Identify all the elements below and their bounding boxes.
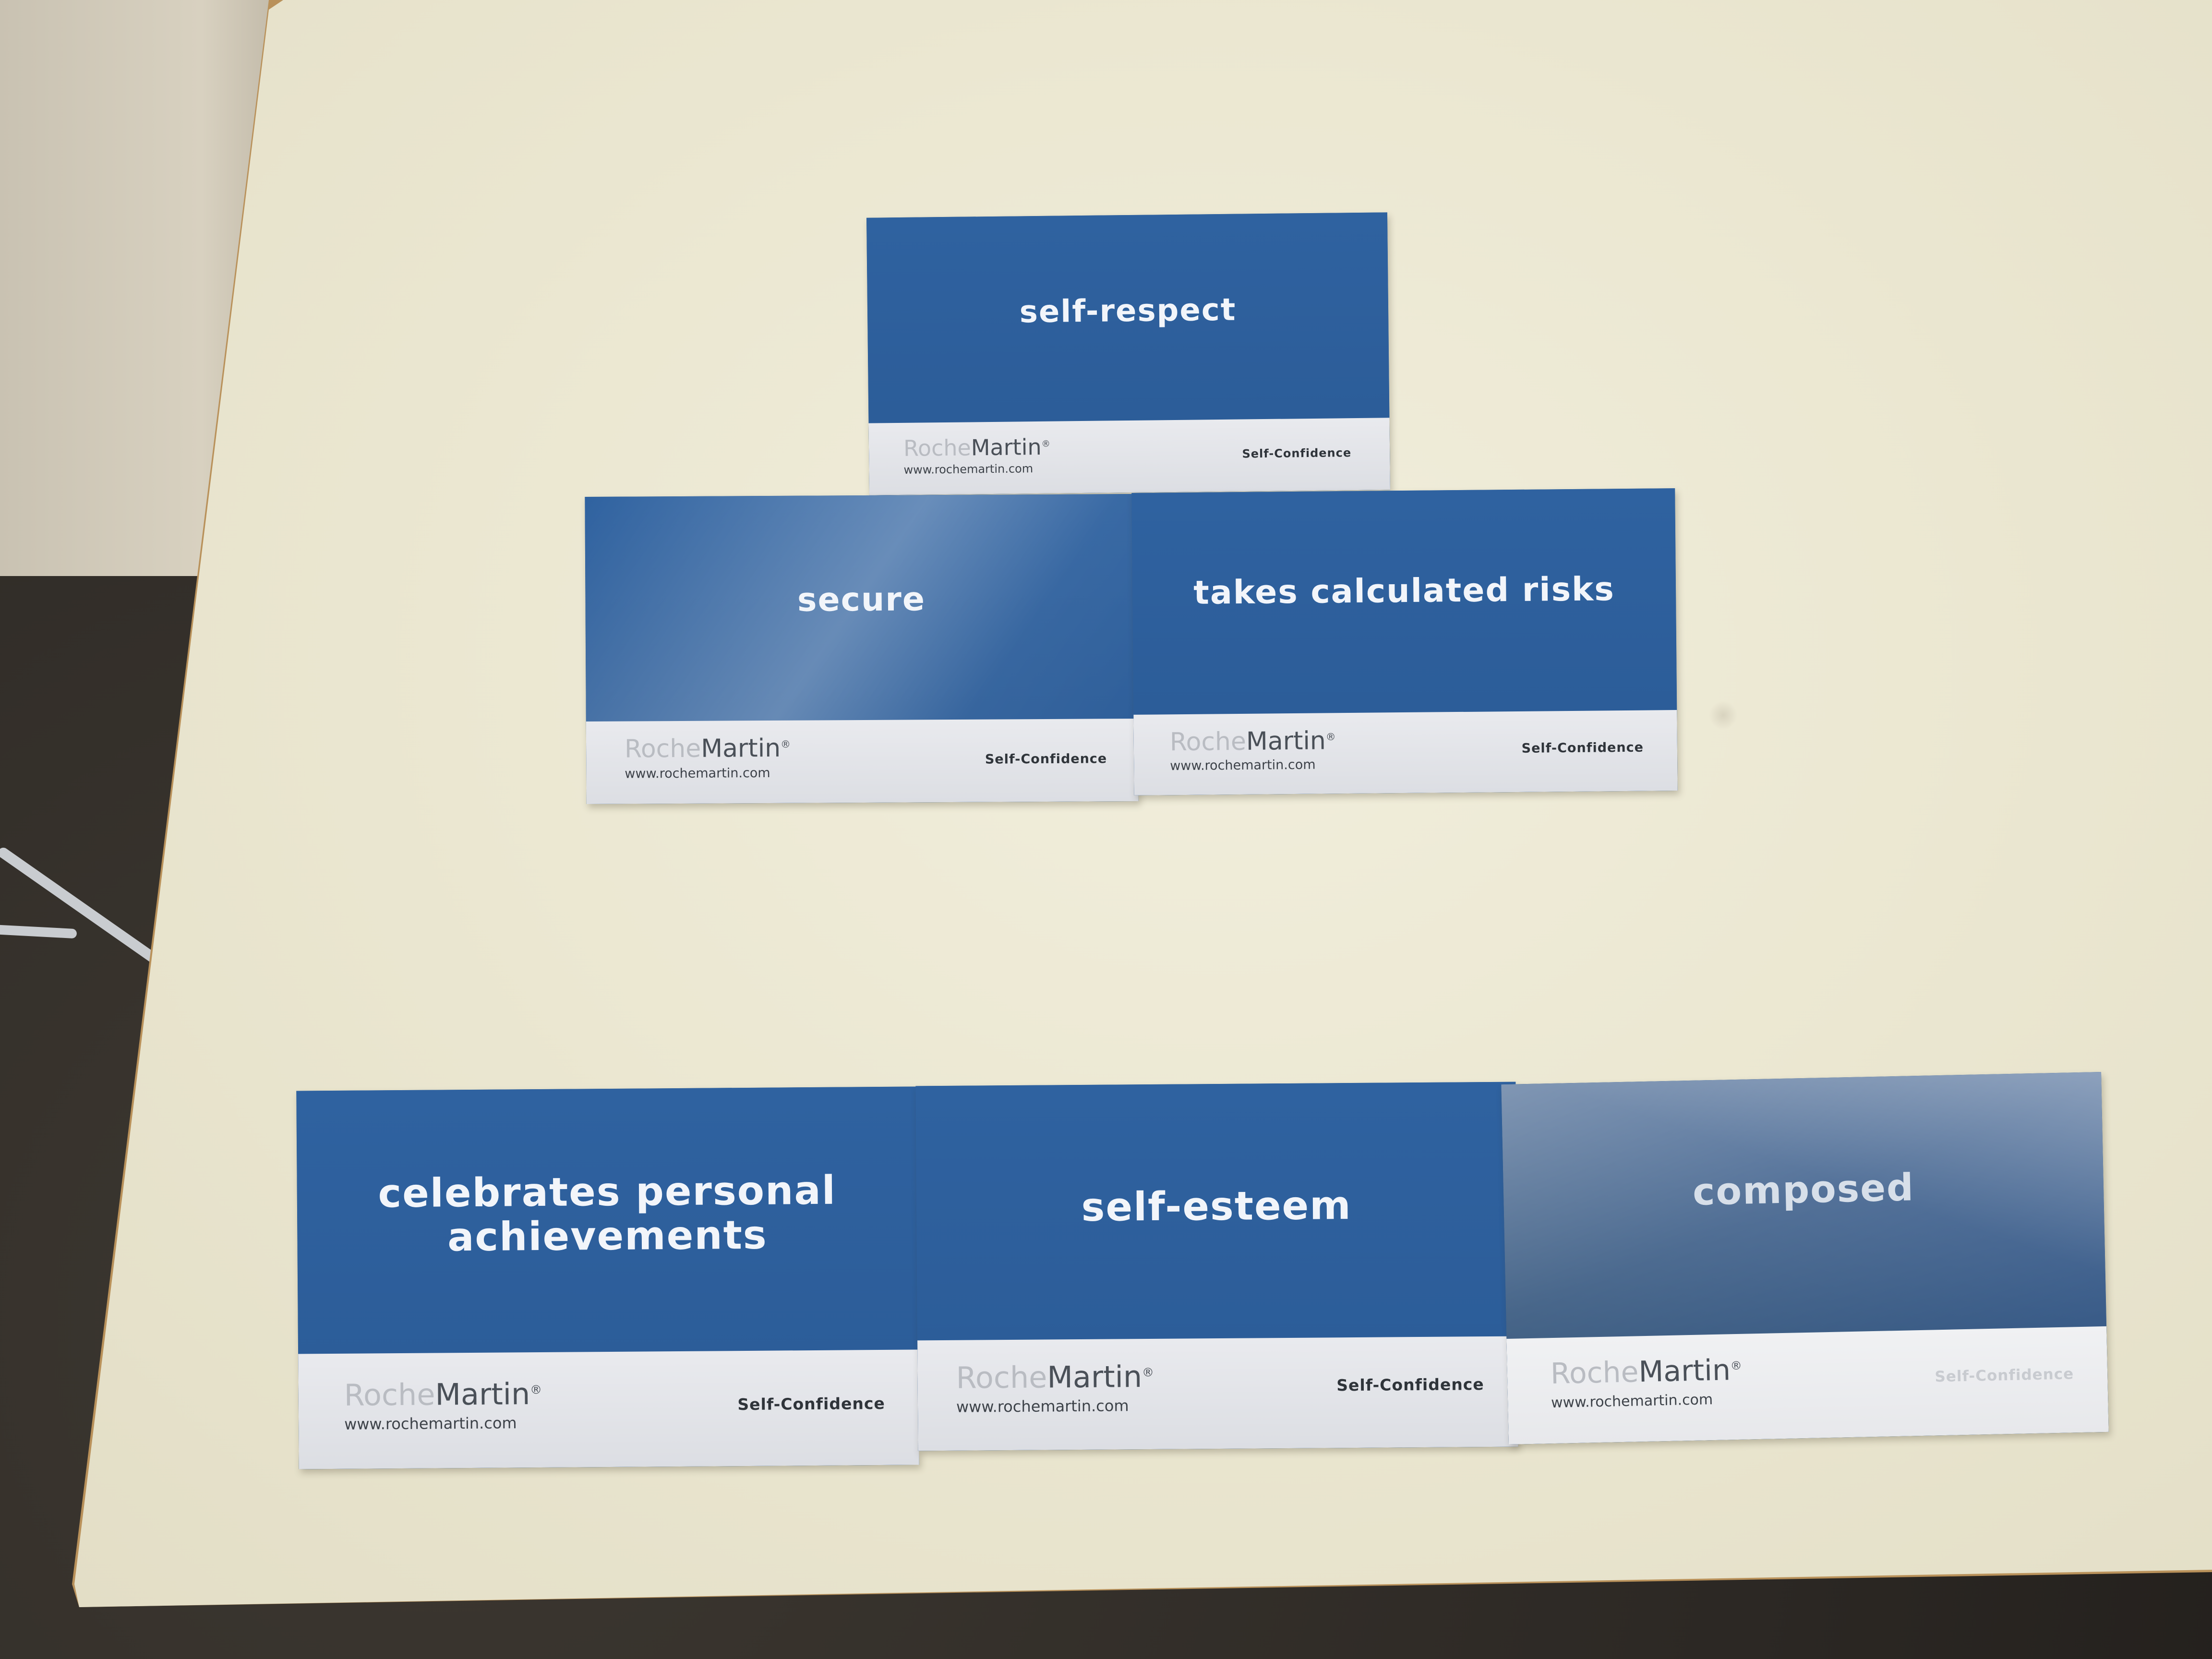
card-word: self-esteem — [1081, 1183, 1352, 1230]
card-word: secure — [797, 580, 926, 619]
table-speck — [1709, 701, 1738, 730]
card-category: Self-Confidence — [737, 1394, 885, 1414]
rochemartin-logo: RocheMartin® — [1169, 726, 1336, 757]
card-footer: RocheMartin® www.rochemartin.com Self-Co… — [298, 1349, 919, 1469]
card-category: Self-Confidence — [1336, 1375, 1484, 1395]
rochemartin-logo: RocheMartin® — [903, 433, 1051, 461]
card-url: www.rochemartin.com — [903, 462, 1034, 477]
card-category: Self-Confidence — [1935, 1365, 2074, 1386]
card-self-respect[interactable]: self-respect RocheMartin® www.rochemarti… — [866, 212, 1390, 495]
card-url: www.rochemartin.com — [344, 1414, 517, 1433]
card-url: www.rochemartin.com — [956, 1396, 1129, 1416]
rochemartin-logo: RocheMartin® — [956, 1359, 1154, 1395]
rochemartin-logo: RocheMartin® — [624, 733, 791, 764]
card-footer: RocheMartin® www.rochemartin.com Self-Co… — [1506, 1326, 2109, 1445]
card-category: Self-Confidence — [1521, 740, 1644, 756]
card-footer: RocheMartin® www.rochemartin.com Self-Co… — [586, 718, 1139, 805]
card-footer: RocheMartin® www.rochemartin.com Self-Co… — [917, 1336, 1518, 1451]
card-self-esteem[interactable]: self-esteem RocheMartin® www.rochemartin… — [915, 1082, 1518, 1451]
card-word-line-1: celebrates personal — [378, 1167, 837, 1217]
card-secure[interactable]: secure RocheMartin® www.rochemartin.com … — [585, 493, 1139, 805]
card-composed[interactable]: composed RocheMartin® www.rochemartin.co… — [1501, 1071, 2109, 1445]
rochemartin-logo: RocheMartin® — [344, 1376, 542, 1413]
card-category: Self-Confidence — [1242, 446, 1352, 461]
card-category: Self-Confidence — [985, 751, 1107, 767]
card-url: www.rochemartin.com — [1551, 1391, 1713, 1412]
card-word: takes calculated risks — [1193, 570, 1615, 612]
rochemartin-logo: RocheMartin® — [1550, 1353, 1743, 1391]
card-word-line-2: achievements — [447, 1212, 768, 1261]
card-footer: RocheMartin® www.rochemartin.com Self-Co… — [1133, 710, 1678, 795]
card-takes-calculated-risks[interactable]: takes calculated risks RocheMartin® www.… — [1131, 488, 1678, 795]
card-footer: RocheMartin® www.rochemartin.com Self-Co… — [868, 418, 1390, 495]
card-url: www.rochemartin.com — [625, 766, 770, 781]
card-url: www.rochemartin.com — [1170, 757, 1316, 774]
card-word: self-respect — [1019, 292, 1237, 330]
card-celebrates-personal-achievements[interactable]: celebrates personal achievements RocheMa… — [296, 1086, 919, 1469]
